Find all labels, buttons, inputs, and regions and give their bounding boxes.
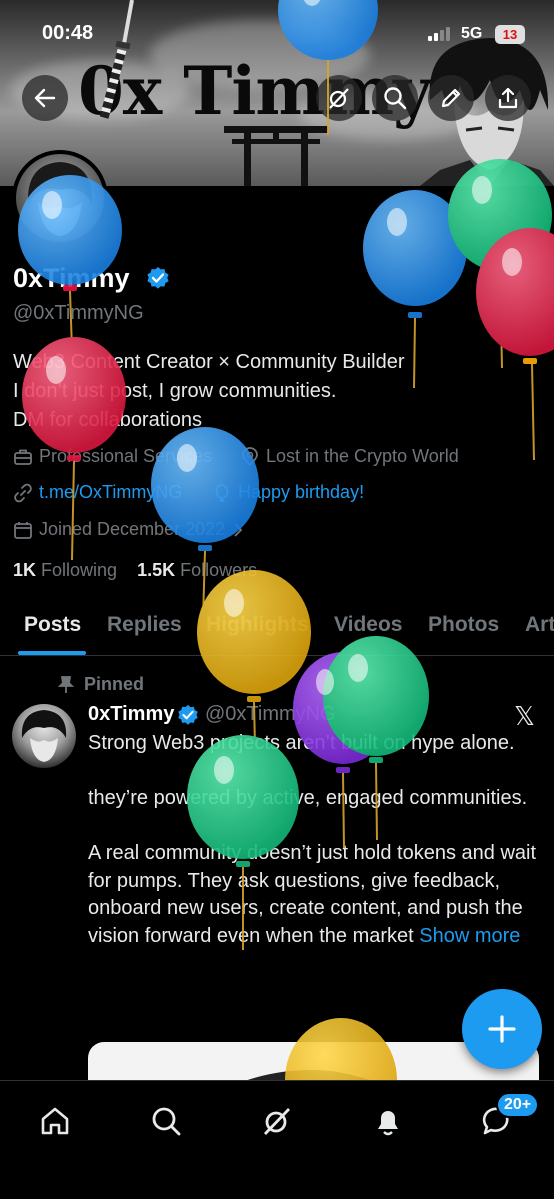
- verified-badge-icon: [178, 704, 198, 725]
- tab-replies[interactable]: Replies: [107, 613, 182, 637]
- profile-avatar[interactable]: [12, 150, 108, 246]
- following-link[interactable]: 1K Following: [13, 560, 117, 580]
- link-icon: [14, 483, 32, 502]
- chevron-right-icon: [234, 522, 243, 537]
- compose-post-button[interactable]: [462, 989, 542, 1069]
- bio-line: I don’t just post, I grow communities.: [13, 380, 337, 402]
- profile-tabs: Posts Replies Highlights Videos Photos A…: [0, 600, 554, 656]
- edit-button[interactable]: [428, 75, 474, 121]
- pinned-label: Pinned: [58, 674, 144, 695]
- balloon: [476, 228, 554, 356]
- share-button[interactable]: [485, 75, 531, 121]
- post-paragraph: A real community doesn’t just hold token…: [88, 840, 538, 950]
- battery-indicator: 13: [495, 25, 525, 44]
- joined-text: Joined December 2022: [39, 519, 226, 539]
- profile-display-name: 0xTimmy: [13, 263, 130, 293]
- post-paragraph: they’re powered by active, engaged commu…: [88, 787, 528, 809]
- website-link[interactable]: t.me/OxTimmyNG: [39, 482, 182, 503]
- search-icon: [152, 1107, 181, 1136]
- post-author-name[interactable]: 0xTimmy: [88, 703, 174, 726]
- tab-posts[interactable]: Posts: [24, 613, 81, 637]
- follow-stats: 1K Following 1.5K Followers: [13, 560, 257, 581]
- tab-highlights[interactable]: Highlights: [206, 613, 309, 637]
- tab-photos[interactable]: Photos: [428, 613, 499, 637]
- post-paragraph: Strong Web3 projects aren’t built on hyp…: [88, 732, 515, 754]
- search-icon: [384, 87, 407, 110]
- profile-category: Professional Services: [13, 446, 212, 467]
- nav-notifications[interactable]: [366, 1099, 410, 1143]
- followers-link[interactable]: 1.5K Followers: [137, 560, 257, 580]
- calendar-icon: [14, 521, 32, 539]
- show-more-link[interactable]: Show more: [419, 925, 520, 947]
- share-icon: [498, 87, 518, 109]
- grok-icon: [329, 88, 349, 109]
- x-logo-icon[interactable]: 𝕏: [514, 702, 535, 732]
- status-bar: 00:48 5G 13: [0, 0, 554, 66]
- bottom-navigation: [0, 1080, 554, 1199]
- back-arrow-icon: [34, 88, 56, 108]
- profile-handle: @0xTimmyNG: [13, 302, 144, 324]
- following-label: Following: [41, 560, 118, 580]
- verified-badge-icon: [147, 267, 169, 289]
- birthday-text: Happy birthday!: [238, 482, 365, 502]
- followers-label: Followers: [180, 560, 258, 580]
- category-text: Professional Services: [39, 446, 213, 466]
- post-body[interactable]: Strong Web3 projects aren’t built on hyp…: [88, 730, 538, 950]
- briefcase-icon: [14, 449, 32, 465]
- profile-bio: Web3 Content Creator × Community Builder…: [13, 348, 533, 435]
- profile-birthday: Happy birthday!: [212, 482, 364, 503]
- post-avatar-illustration: [21, 710, 67, 762]
- nav-grok[interactable]: [255, 1099, 299, 1143]
- post-author-avatar[interactable]: [12, 704, 76, 768]
- bio-line: Web3 Content Creator × Community Builder: [13, 351, 405, 373]
- nav-home[interactable]: [33, 1099, 77, 1143]
- notifications-badge: 20+: [496, 1092, 540, 1118]
- signal-strength-icon: [428, 27, 450, 41]
- grok-icon: [263, 1108, 291, 1135]
- followers-count: 1.5K: [137, 560, 176, 580]
- pinned-text: Pinned: [84, 674, 145, 694]
- location-text: Lost in the Crypto World: [266, 446, 459, 466]
- bio-line: DM for collaborations: [13, 409, 202, 431]
- avatar-illustration: [27, 162, 93, 236]
- tab-articles[interactable]: Art: [525, 613, 554, 637]
- profile-location: Lost in the Crypto World: [240, 446, 459, 467]
- balloon-icon: [215, 483, 229, 502]
- grok-button[interactable]: [316, 75, 362, 121]
- edit-icon: [441, 88, 461, 108]
- bell-icon: [378, 1111, 398, 1136]
- balloon: [363, 190, 467, 306]
- tab-videos[interactable]: Videos: [334, 613, 402, 637]
- nav-search[interactable]: [144, 1099, 188, 1143]
- post-author-handle: @0xTimmyNG: [205, 703, 336, 725]
- home-icon: [41, 1107, 69, 1135]
- pin-icon: [58, 675, 74, 693]
- status-time: 00:48: [42, 22, 94, 44]
- network-type: 5G: [461, 25, 483, 42]
- back-button[interactable]: [22, 75, 68, 121]
- following-count: 1K: [13, 560, 37, 580]
- search-button[interactable]: [372, 75, 418, 121]
- torii-gate-illustration: [224, 126, 328, 186]
- location-pin-icon: [242, 446, 258, 466]
- plus-icon: [488, 1015, 516, 1043]
- profile-joined[interactable]: Joined December 2022: [13, 519, 245, 540]
- active-tab-indicator: [18, 651, 86, 655]
- profile-website[interactable]: t.me/OxTimmyNG: [13, 482, 182, 503]
